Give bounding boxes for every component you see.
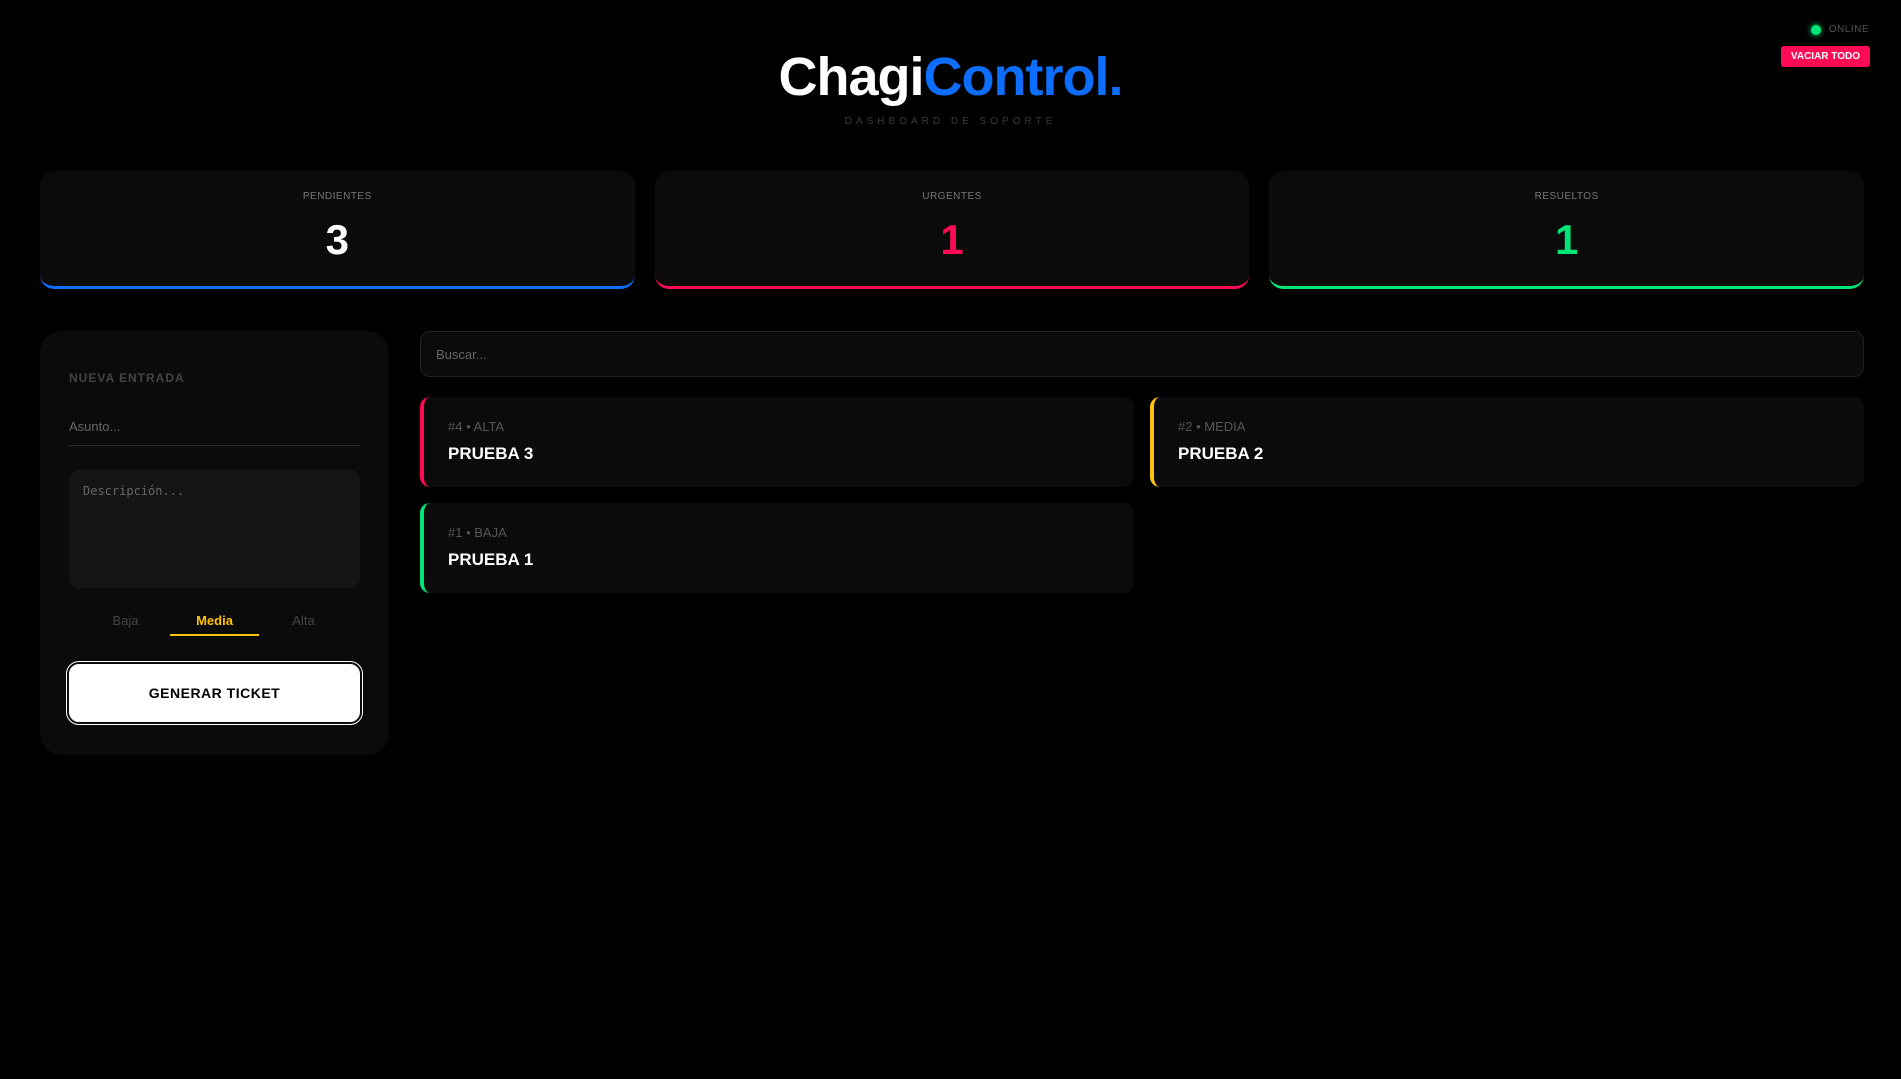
ticket-meta: #1 • BAJA (448, 525, 507, 540)
ticket-card[interactable]: #2 • MEDIA PRUEBA 2 (1150, 397, 1864, 487)
status-label: ONLINE (1828, 24, 1869, 35)
ticket-meta: #4 • ALTA (448, 419, 505, 434)
app-logo: ChagiControl. (0, 46, 1901, 108)
stats-row: PENDIENTES 3 URGENTES 1 RESUELTOS 1 (40, 171, 1865, 289)
stat-label: URGENTES (922, 191, 982, 202)
priority-selector: Baja Media Alta (69, 613, 360, 636)
ticket-title: PRUEBA 2 (1178, 444, 1264, 463)
ticket-card[interactable]: #1 • BAJA PRUEBA 1 (420, 503, 1134, 593)
ticket-meta: #2 • MEDIA (1178, 419, 1246, 434)
priority-option-alta[interactable]: Alta (259, 613, 348, 636)
stat-value: 1 (1555, 216, 1579, 263)
stat-card-urgent: URGENTES 1 (654, 171, 1250, 289)
dashboard-page: ONLINE VACIAR TODO ChagiControl. DASHBOA… (0, 0, 1901, 1079)
subject-input[interactable] (69, 413, 360, 446)
stat-label: PENDIENTES (302, 191, 372, 202)
ticket-list: #4 • ALTA PRUEBA 3 #2 • MEDIA PRUEBA 2 #… (420, 397, 1864, 593)
page-subtitle: DASHBOARD DE SOPORTE (844, 116, 1057, 127)
ticket-title: PRUEBA 3 (448, 444, 534, 463)
ticket-title: PRUEBA 1 (448, 550, 534, 569)
connection-status: ONLINE (1810, 24, 1869, 35)
stat-label: RESUELTOS (1534, 191, 1599, 202)
page-header: ChagiControl. DASHBOARD DE SOPORTE (0, 46, 1901, 127)
stat-card-pending: PENDIENTES 3 (40, 171, 635, 289)
stat-value: 3 (325, 216, 350, 263)
online-indicator-icon (1810, 24, 1821, 35)
logo-part-1: Chagi (778, 47, 925, 107)
priority-option-baja[interactable]: Baja (81, 613, 170, 636)
generate-ticket-button[interactable]: GENERAR TICKET (66, 661, 363, 725)
description-input[interactable] (69, 470, 360, 588)
form-title: NUEVA ENTRADA (69, 371, 185, 385)
new-ticket-form: NUEVA ENTRADA Baja Media Alta GENERAR TI… (40, 331, 389, 755)
stat-value: 1 (940, 216, 964, 263)
stat-card-resolved: RESUELTOS 1 (1269, 171, 1865, 289)
search-input[interactable] (420, 331, 1864, 377)
priority-option-media[interactable]: Media (170, 613, 259, 636)
ticket-card[interactable]: #4 • ALTA PRUEBA 3 (420, 397, 1134, 487)
logo-part-2: Control. (923, 47, 1124, 107)
